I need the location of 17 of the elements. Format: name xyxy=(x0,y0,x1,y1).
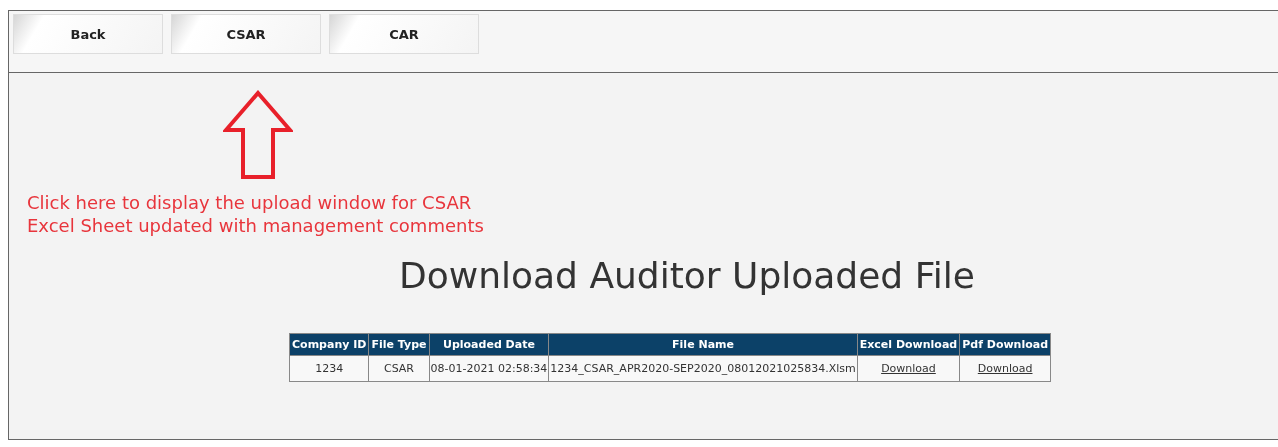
toolbar-button[interactable]: Back xyxy=(13,14,163,54)
table-cell: 1234_CSAR_APR2020-SEP2020_08012021025834.Xlsm xyxy=(548,355,858,382)
toolbar-button[interactable]: CSAR xyxy=(171,14,321,54)
annotation-text: Excel Sheet updated with management comments xyxy=(27,214,484,237)
column-header: File Name xyxy=(548,333,858,356)
column-header: Company ID xyxy=(289,333,369,356)
column-header: Pdf Download xyxy=(959,333,1051,356)
up-arrow-icon xyxy=(223,90,293,180)
annotation-text: Click here to display the upload window for CSAR xyxy=(27,191,473,214)
column-header: Uploaded Date xyxy=(429,333,549,356)
table-cell: 1234 xyxy=(289,355,369,382)
table-cell: CSAR xyxy=(368,355,429,382)
column-header: File Type xyxy=(368,333,429,356)
column-header: Excel Download xyxy=(857,333,960,356)
toolbar-button[interactable]: CAR xyxy=(329,14,479,54)
table-cell: 08-01-2021 02:58:34 xyxy=(429,355,549,382)
page-title: Download Auditor Uploaded File xyxy=(399,255,975,296)
